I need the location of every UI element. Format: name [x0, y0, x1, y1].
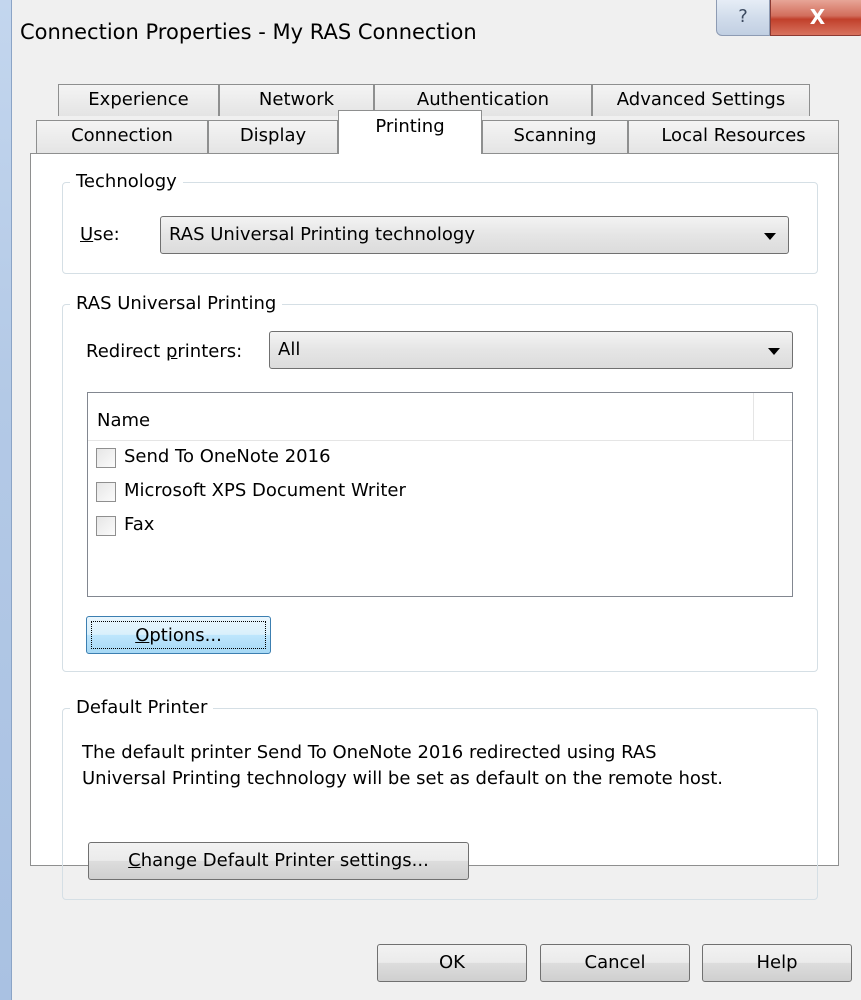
use-label-accel: U: [80, 224, 94, 245]
tab-label: Scanning: [513, 125, 597, 146]
printer-list-header: Name: [88, 393, 792, 441]
printer-list[interactable]: Name Send To OneNote 2016 Microsoft XPS …: [87, 392, 793, 597]
change-label: hange Default Printer settings...: [140, 850, 429, 871]
tab-printing[interactable]: Printing: [338, 110, 482, 154]
default-printer-legend: Default Printer: [70, 697, 214, 719]
default-printer-description: The default printer Send To OneNote 2016…: [82, 740, 802, 792]
technology-legend: Technology: [70, 171, 183, 193]
universal-printing-legend: RAS Universal Printing: [70, 293, 283, 315]
description-line: The default printer Send To OneNote 2016…: [82, 742, 657, 763]
description-line: Universal Printing technology will be se…: [82, 768, 724, 789]
redirect-printers-label: Redirect printers:: [86, 340, 242, 364]
tab-label: Local Resources: [661, 125, 806, 146]
options-accel: O: [135, 625, 150, 646]
cancel-label: Cancel: [584, 952, 646, 973]
tab-scanning[interactable]: Scanning: [482, 120, 628, 154]
printer-name: Send To OneNote 2016: [124, 446, 331, 467]
tab-label: Experience: [88, 89, 189, 110]
tab-label: Network: [258, 89, 335, 110]
redirect-printers-select[interactable]: All: [269, 331, 793, 369]
options-button[interactable]: Options...: [86, 616, 271, 654]
column-header-label: Name: [97, 410, 151, 431]
technology-select[interactable]: RAS Universal Printing technology: [160, 216, 789, 254]
redirect-label-accel: p: [165, 341, 178, 362]
printer-checkbox[interactable]: [96, 448, 116, 468]
tab-label: Advanced Settings: [616, 89, 786, 110]
help-label: Help: [756, 952, 798, 973]
printer-name: Fax: [124, 514, 155, 535]
help-title-button[interactable]: ?: [716, 0, 770, 36]
printer-name: Microsoft XPS Document Writer: [124, 480, 406, 501]
redirect-printers-value: All: [278, 339, 301, 360]
question-mark-icon: ?: [738, 6, 748, 27]
technology-select-value: RAS Universal Printing technology: [169, 224, 475, 245]
redirect-label-text: rinters:: [177, 341, 243, 362]
tab-local-resources[interactable]: Local Resources: [628, 120, 839, 154]
title-bar: Connection Properties - My RAS Connectio…: [12, 0, 861, 66]
tab-label: Connection: [71, 125, 173, 146]
window-title: Connection Properties - My RAS Connectio…: [20, 20, 477, 44]
tab-label: Printing: [375, 116, 445, 137]
dialog-window: Connection Properties - My RAS Connectio…: [0, 0, 861, 1000]
use-label: Use:: [80, 223, 120, 247]
tab-label: Authentication: [416, 89, 550, 110]
printer-checkbox[interactable]: [96, 516, 116, 536]
change-default-printer-button[interactable]: Change Default Printer settings...: [88, 842, 469, 880]
window-frame-left: [0, 0, 12, 1000]
tab-experience[interactable]: Experience: [58, 84, 219, 116]
focus-rect: Options...: [91, 621, 266, 649]
help-button[interactable]: Help: [702, 944, 852, 982]
column-header-name[interactable]: Name: [88, 393, 754, 440]
redirect-label-text: Redirect: [86, 341, 166, 362]
ok-label: OK: [439, 952, 465, 973]
printer-list-body: Send To OneNote 2016 Microsoft XPS Docum…: [88, 441, 792, 596]
printer-checkbox[interactable]: [96, 482, 116, 502]
tab-connection[interactable]: Connection: [36, 120, 208, 154]
cancel-button[interactable]: Cancel: [540, 944, 690, 982]
dropdown-arrow-icon: [764, 233, 776, 240]
tab-label: Display: [239, 125, 307, 146]
use-label-text: se:: [93, 224, 120, 245]
close-icon: X: [809, 5, 826, 29]
close-button[interactable]: X: [770, 0, 861, 36]
tab-advanced-settings[interactable]: Advanced Settings: [592, 84, 810, 116]
ok-button[interactable]: OK: [377, 944, 527, 982]
tab-display[interactable]: Display: [208, 120, 338, 154]
options-label: ptions...: [149, 625, 222, 646]
change-accel: C: [128, 850, 141, 871]
dropdown-arrow-icon: [768, 348, 780, 355]
